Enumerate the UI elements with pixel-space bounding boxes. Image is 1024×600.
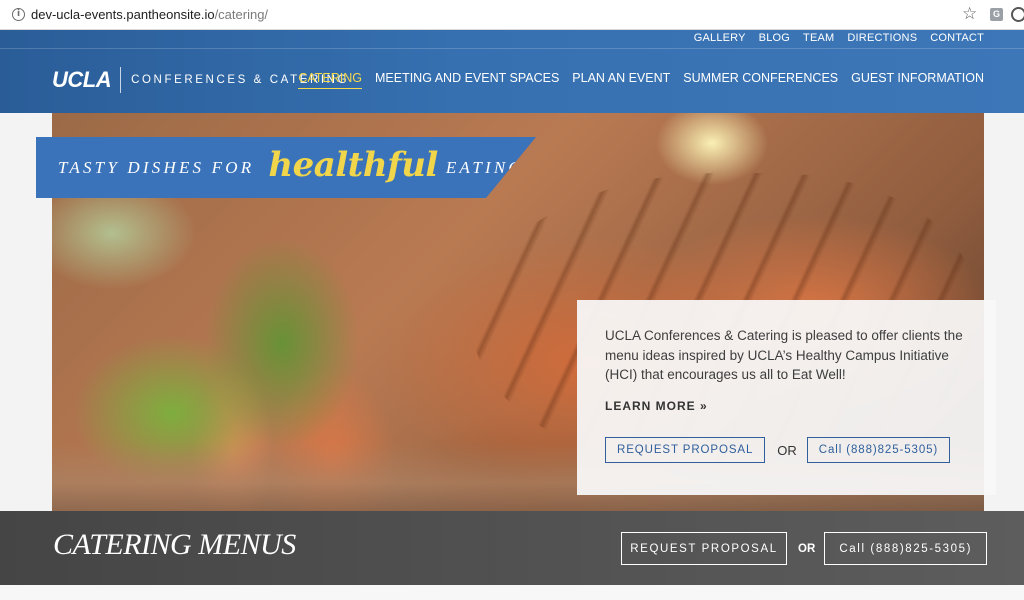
- info-card-text: UCLA Conferences & Catering is pleased t…: [605, 328, 963, 382]
- main-nav-meeting-spaces[interactable]: MEETING AND EVENT SPACES: [375, 71, 559, 89]
- hero-tagline: TASTY DISHES FOR healthful EATING: [36, 137, 536, 198]
- logo-ucla: UCLA: [52, 67, 112, 92]
- page-content-start: [0, 585, 1024, 600]
- utility-nav-contact[interactable]: CONTACT: [930, 32, 984, 44]
- url-host: dev-ucla-events.pantheonsite.io: [31, 7, 215, 22]
- main-nav-guest-information[interactable]: GUEST INFORMATION: [851, 71, 984, 89]
- or-label: OR: [777, 442, 797, 458]
- main-nav-catering[interactable]: CATERING: [298, 71, 362, 89]
- header-divider: [0, 48, 1024, 49]
- main-nav-summer-conferences[interactable]: SUMMER CONFERENCES: [683, 71, 838, 89]
- band-call-button[interactable]: Call (888)825-5305): [824, 532, 988, 565]
- utility-nav-gallery[interactable]: GALLERY: [694, 32, 746, 44]
- bookmark-star-icon[interactable]: ☆: [962, 4, 977, 24]
- utility-nav-team[interactable]: TEAM: [803, 32, 834, 44]
- logo-separator: [120, 67, 122, 93]
- url-path: /catering/: [214, 7, 269, 22]
- tagline-pre: TASTY DISHES FOR: [58, 157, 255, 177]
- hero-info-card: UCLA Conferences & Catering is pleased t…: [577, 300, 996, 495]
- call-button[interactable]: Call (888)825-5305): [806, 437, 951, 463]
- tagline-script: healthful: [268, 144, 438, 185]
- main-nav: CATERING MEETING AND EVENT SPACES PLAN A…: [298, 71, 984, 89]
- site-header: GALLERY BLOG TEAM DIRECTIONS CONTACT UCL…: [0, 30, 1024, 113]
- catering-menus-band: CATERING MENUS REQUEST PROPOSAL OR Call …: [0, 511, 1024, 585]
- card-actions: REQUEST PROPOSAL OR Call (888)825-5305): [605, 437, 951, 463]
- request-proposal-button[interactable]: REQUEST PROPOSAL: [605, 437, 766, 463]
- learn-more-link[interactable]: LEARN MORE »: [605, 399, 968, 413]
- browser-address-bar: i dev-ucla-events.pantheonsite.io/cateri…: [0, 0, 1024, 30]
- utility-nav: GALLERY BLOG TEAM DIRECTIONS CONTACT: [694, 32, 984, 44]
- main-nav-plan-event[interactable]: PLAN AN EVENT: [572, 71, 670, 89]
- utility-nav-directions[interactable]: DIRECTIONS: [847, 32, 917, 44]
- extension-icon[interactable]: G: [990, 8, 1003, 21]
- page-title: CATERING MENUS: [53, 528, 296, 561]
- utility-nav-blog[interactable]: BLOG: [759, 32, 790, 44]
- band-actions: REQUEST PROPOSAL OR Call (888)825-5305): [621, 532, 988, 565]
- extension-2-icon[interactable]: [1011, 7, 1024, 22]
- band-request-proposal-button[interactable]: REQUEST PROPOSAL: [621, 532, 787, 565]
- site-info-icon[interactable]: i: [12, 8, 25, 21]
- band-or-label: OR: [798, 542, 816, 555]
- url-field[interactable]: dev-ucla-events.pantheonsite.io/catering…: [31, 7, 268, 22]
